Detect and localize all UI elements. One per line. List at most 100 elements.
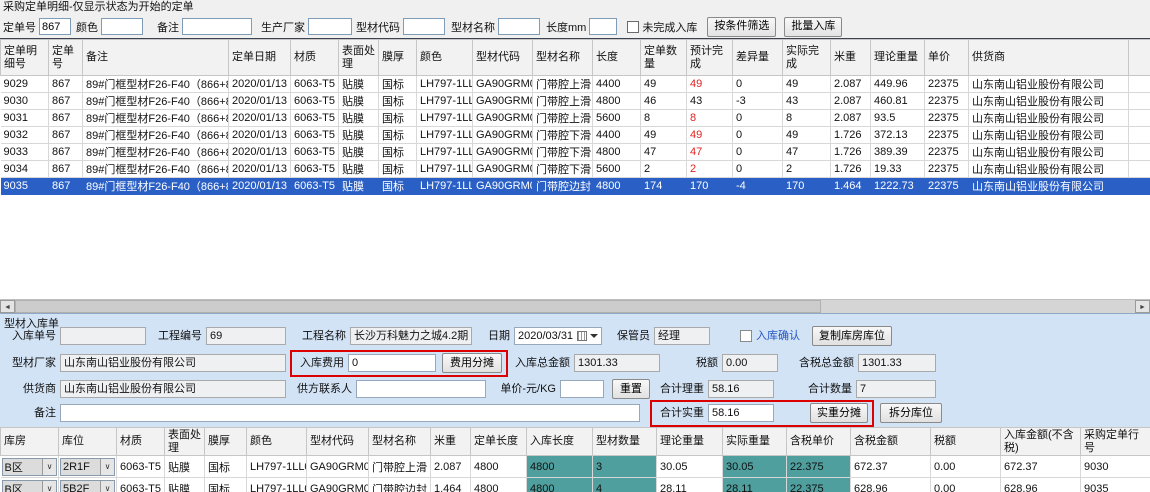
table-cell: 2 bbox=[641, 161, 687, 178]
column-header: 定单明细号 bbox=[1, 40, 49, 76]
table-cell: 0 bbox=[733, 127, 783, 144]
remark2-field[interactable] bbox=[60, 404, 640, 422]
unit-price-field[interactable] bbox=[560, 380, 604, 398]
scroll-thumb[interactable] bbox=[15, 300, 821, 313]
profile-name-label: 型材名称 bbox=[451, 19, 495, 35]
table-cell: 0.00 bbox=[931, 456, 1001, 478]
table-cell: GA90GRM05 bbox=[307, 478, 369, 492]
column-header: 采购定单行号 bbox=[1081, 428, 1150, 456]
chevron-down-icon[interactable]: ∨ bbox=[42, 459, 56, 475]
table-cell: GA90GRM04 bbox=[473, 127, 533, 144]
color-input[interactable] bbox=[101, 18, 143, 35]
chevron-down-icon[interactable]: ∨ bbox=[100, 481, 114, 492]
combo-value: 2R1F bbox=[61, 461, 100, 473]
project-no-label: 工程编号 bbox=[152, 327, 202, 345]
column-header: 材质 bbox=[117, 428, 165, 456]
supplier-field: 山东南山铝业股份有限公司 bbox=[60, 380, 286, 398]
table-row[interactable]: 903386789#门框型材F26-F40（866+867）2020/01/13… bbox=[1, 144, 1150, 161]
table-cell: 贴膜 bbox=[165, 456, 205, 478]
column-header: 表面处理 bbox=[339, 40, 379, 76]
contact-field[interactable] bbox=[356, 380, 486, 398]
combo-value: 5B2F bbox=[61, 483, 100, 492]
length-input[interactable] bbox=[589, 18, 617, 35]
column-header: 入库长度 bbox=[527, 428, 593, 456]
calendar-icon[interactable] bbox=[577, 331, 587, 341]
chevron-down-icon[interactable]: ∨ bbox=[100, 459, 114, 475]
table-cell: 22375 bbox=[925, 178, 969, 195]
dropdown-arrow-icon[interactable] bbox=[590, 334, 598, 338]
table-cell: LH797-1LL0 bbox=[417, 144, 473, 161]
table-cell: 22.375 bbox=[787, 456, 851, 478]
table-cell: 8 bbox=[687, 110, 733, 127]
table-row[interactable]: 903586789#门框型材F26-F40（866+867）2020/01/13… bbox=[1, 178, 1150, 195]
remark-input[interactable] bbox=[182, 18, 252, 35]
column-header: 长度 bbox=[593, 40, 641, 76]
table-cell: 22375 bbox=[925, 76, 969, 93]
combo-select[interactable]: B区∨ bbox=[1, 478, 59, 492]
cost-label: 入库费用 bbox=[296, 354, 344, 372]
chevron-down-icon[interactable]: ∨ bbox=[42, 481, 56, 492]
cost-allocate-button[interactable]: 费用分摊 bbox=[442, 353, 502, 373]
table-cell: 89#门框型材F26-F40（866+867） bbox=[83, 110, 229, 127]
tax-field: 0.00 bbox=[722, 354, 778, 372]
table-row[interactable]: 903086789#门框型材F26-F40（866+867）2020/01/13… bbox=[1, 93, 1150, 110]
table-cell: 山东南山铝业股份有限公司 bbox=[969, 144, 1129, 161]
table-cell: 867 bbox=[49, 127, 83, 144]
scroll-right-arrow-icon[interactable]: ► bbox=[1135, 300, 1150, 313]
table-row[interactable]: 902986789#门框型材F26-F40（866+867）2020/01/13… bbox=[1, 76, 1150, 93]
table-cell: 89#门框型材F26-F40（866+867） bbox=[83, 178, 229, 195]
order-no-input[interactable] bbox=[39, 18, 71, 35]
table-cell: 22375 bbox=[925, 93, 969, 110]
scroll-left-arrow-icon[interactable]: ◄ bbox=[0, 300, 15, 313]
table-cell: 6063-T5 bbox=[291, 127, 339, 144]
project-no-field: 69 bbox=[206, 327, 286, 345]
table-cell: 867 bbox=[49, 110, 83, 127]
split-location-button[interactable]: 拆分库位 bbox=[880, 403, 942, 423]
table-cell: 2020/01/13 bbox=[229, 76, 291, 93]
table-cell bbox=[1129, 127, 1150, 144]
table-cell: 1.726 bbox=[831, 161, 871, 178]
column-header: 含税金额 bbox=[851, 428, 931, 456]
table-cell: 1.726 bbox=[831, 144, 871, 161]
table-cell: 6063-T5 bbox=[291, 76, 339, 93]
inbound-panel: 型材入库单 入库单号 工程编号 69 工程名称 工程名称 长沙万科魅力之城4.2… bbox=[0, 313, 1150, 492]
profile-code-input[interactable] bbox=[403, 18, 445, 35]
table-cell: 贴膜 bbox=[339, 178, 379, 195]
table-row[interactable]: B区∨2R1F∨6063-T5贴膜国标LH797-1LL0GA90GRM03门带… bbox=[1, 456, 1150, 478]
combo-select[interactable]: 5B2F∨ bbox=[59, 478, 117, 492]
table-cell: 28.11 bbox=[657, 478, 723, 492]
total-qty-label: 合计数量 bbox=[800, 380, 852, 398]
table-cell: 174 bbox=[641, 178, 687, 195]
filter-by-condition-button[interactable]: 按条件筛选 bbox=[707, 17, 776, 37]
table-cell: LH797-1LL0 bbox=[247, 456, 307, 478]
combo-select[interactable]: 2R1F∨ bbox=[59, 456, 117, 478]
combo-select[interactable]: B区∨ bbox=[1, 456, 59, 478]
manufacturer-input[interactable] bbox=[308, 18, 352, 35]
total-actual-field[interactable]: 58.16 bbox=[708, 404, 774, 422]
table-cell bbox=[1129, 178, 1150, 195]
table-cell: 672.37 bbox=[851, 456, 931, 478]
table-cell: LH797-1LL0 bbox=[247, 478, 307, 492]
horizontal-scrollbar[interactable]: ◄ ► bbox=[0, 299, 1150, 313]
weight-allocate-button[interactable]: 实重分摊 bbox=[810, 403, 868, 423]
table-row[interactable]: 903486789#门框型材F26-F40（866+867）2020/01/13… bbox=[1, 161, 1150, 178]
table-row[interactable]: 903286789#门框型材F26-F40（866+867）2020/01/13… bbox=[1, 127, 1150, 144]
table-cell: 22375 bbox=[925, 144, 969, 161]
table-cell: 国标 bbox=[379, 144, 417, 161]
reset-button[interactable]: 重置 bbox=[612, 379, 650, 399]
scroll-track[interactable] bbox=[15, 300, 1135, 313]
date-field[interactable]: 2020/03/31 bbox=[514, 327, 602, 345]
table-cell: 1.726 bbox=[831, 127, 871, 144]
table-cell: 4800 bbox=[527, 478, 593, 492]
table-row[interactable]: 903186789#门框型材F26-F40（866+867）2020/01/13… bbox=[1, 110, 1150, 127]
inbound-confirm-checkbox[interactable] bbox=[740, 330, 752, 342]
copy-location-button[interactable]: 复制库房库位 bbox=[812, 326, 892, 346]
batch-inbound-button[interactable]: 批量入库 bbox=[784, 17, 842, 37]
profile-name-input[interactable] bbox=[498, 18, 540, 35]
unfinished-checkbox[interactable] bbox=[627, 21, 639, 33]
table-cell: 89#门框型材F26-F40（866+867） bbox=[83, 127, 229, 144]
table-row[interactable]: B区∨5B2F∨6063-T5贴膜国标LH797-1LL0GA90GRM05门带… bbox=[1, 478, 1150, 492]
table-cell: 43 bbox=[687, 93, 733, 110]
table-cell: LH797-1LL0 bbox=[417, 178, 473, 195]
cost-field[interactable]: 0 bbox=[348, 354, 436, 372]
